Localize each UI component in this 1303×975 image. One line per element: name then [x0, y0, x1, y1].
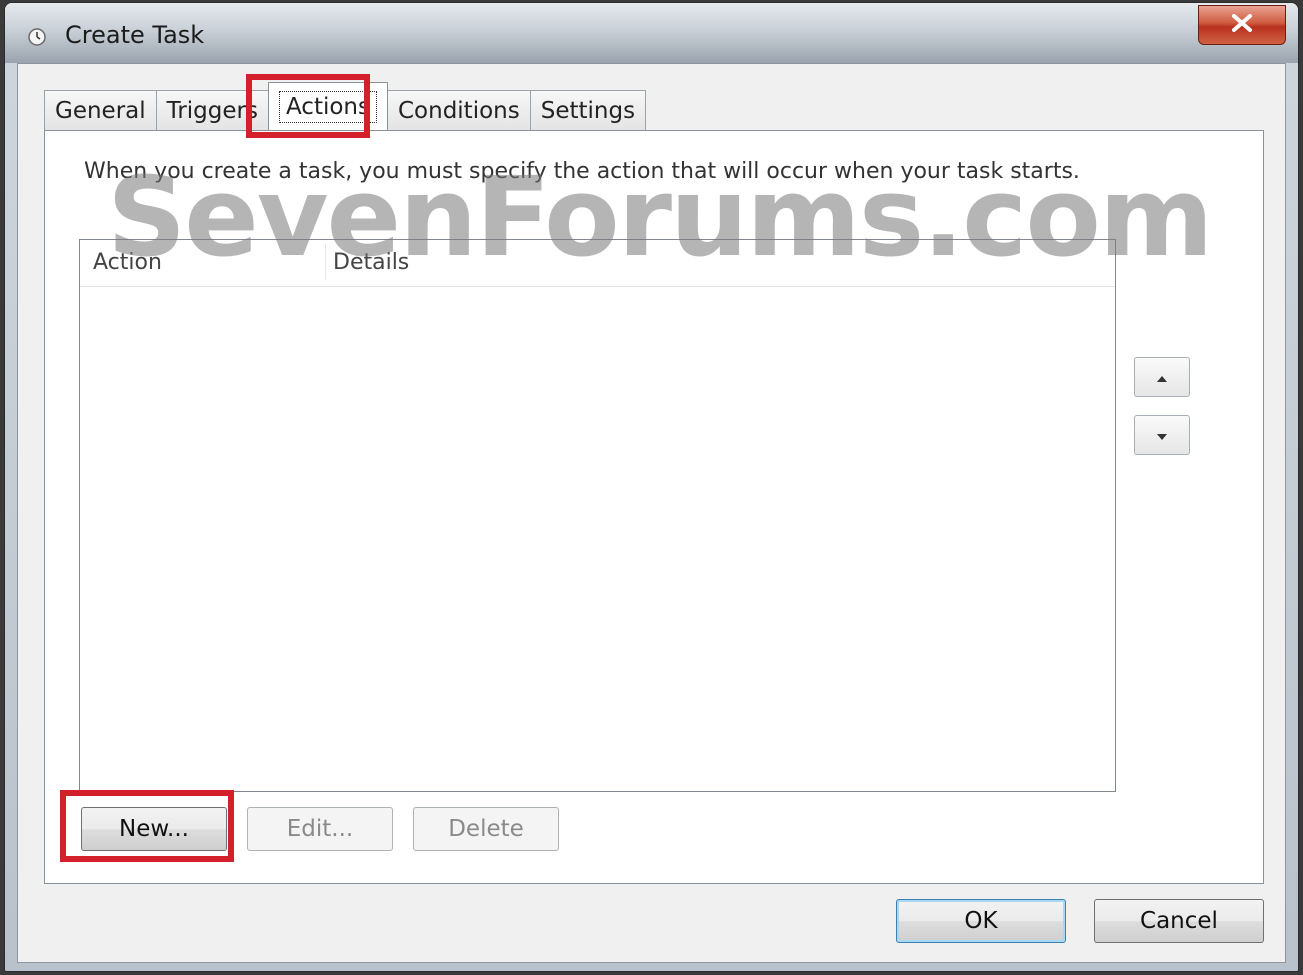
cancel-button[interactable]: Cancel [1094, 899, 1264, 943]
close-icon [1231, 14, 1253, 36]
tab-general[interactable]: General [44, 90, 157, 130]
tab-conditions[interactable]: Conditions [386, 90, 531, 130]
tab-label: Triggers [166, 97, 258, 124]
window-title: Create Task [65, 21, 205, 49]
button-label: Edit... [286, 816, 354, 842]
clock-icon [27, 27, 47, 47]
button-label: OK [964, 908, 998, 934]
tab-label: Conditions [397, 97, 520, 124]
move-down-button[interactable] [1134, 415, 1190, 455]
tab-label: Settings [540, 97, 636, 124]
up-arrow-icon [1156, 368, 1168, 387]
delete-action-button[interactable]: Delete [413, 807, 559, 851]
button-label: Cancel [1140, 908, 1218, 934]
highlight-box-actions-tab [246, 74, 370, 138]
move-up-button[interactable] [1134, 357, 1190, 397]
tab-label: General [55, 97, 146, 124]
watermark-text: SevenForums.com [107, 153, 1214, 281]
down-arrow-icon [1156, 426, 1168, 445]
actions-list[interactable]: Action Details [79, 239, 1116, 792]
highlight-box-new-button [60, 790, 234, 862]
button-label: Delete [448, 816, 524, 842]
tab-settings[interactable]: Settings [529, 90, 647, 130]
edit-action-button[interactable]: Edit... [247, 807, 393, 851]
ok-button[interactable]: OK [896, 899, 1066, 943]
close-button[interactable] [1198, 5, 1286, 45]
title-bar[interactable]: Create Task [5, 3, 1298, 63]
